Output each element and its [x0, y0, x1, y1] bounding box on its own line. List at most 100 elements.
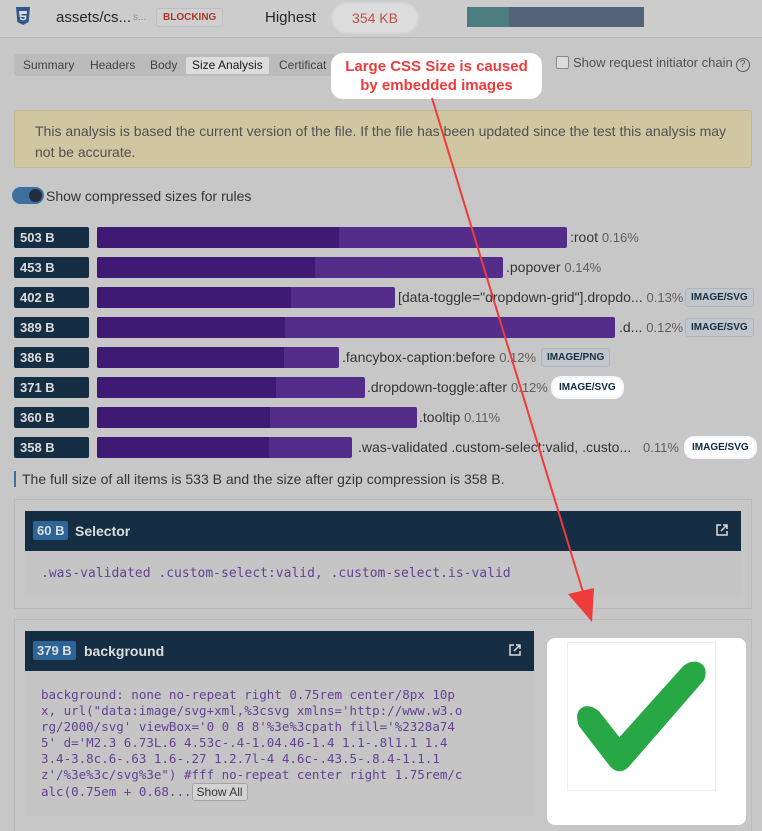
rule-label: 0.11% — [643, 439, 679, 455]
rule-label: .was-validated .custom-select:valid, .cu… — [358, 439, 631, 455]
rule-label: .dropdown-toggle:after 0.12% — [367, 379, 548, 395]
rule-size-badge: 371 B — [14, 377, 89, 398]
rule-compressed-bar — [97, 257, 315, 278]
rule-selector: .popover — [506, 259, 561, 275]
code-line: 3.4-3.8c.6-.63 1.6-.27 1.2.7l-4 4.6c-.43… — [41, 751, 440, 766]
priority-label: Highest — [265, 9, 316, 26]
tab-body[interactable]: Body — [150, 57, 177, 74]
rule-percent: 0.14% — [564, 260, 602, 275]
rule-compressed-bar — [97, 227, 339, 248]
rule-row[interactable]: 402 B [data-toggle="dropdown-grid"].drop… — [14, 287, 762, 308]
rule-compressed-bar — [97, 287, 291, 308]
tab-certificate[interactable]: Certificat — [279, 57, 326, 74]
rule-compressed-bar — [97, 317, 285, 338]
mime-tag: IMAGE/SVG — [686, 438, 755, 457]
selector-code: .was-validated .custom-select:valid, .cu… — [25, 551, 741, 597]
code-line: z'/%3e%3c/svg%3e") #fff no-repeat center… — [41, 767, 463, 782]
rule-size-badge: 389 B — [14, 317, 89, 338]
compressed-sizes-label: Show compressed sizes for rules — [46, 188, 252, 204]
rule-size-badge: 386 B — [14, 347, 89, 368]
rule-percent: 0.11% — [464, 410, 501, 425]
background-size-badge: 379 B — [33, 641, 76, 660]
compressed-sizes-toggle[interactable]: Show compressed sizes for rules — [12, 187, 251, 204]
checkmark-icon — [577, 661, 706, 772]
rule-size-badge: 402 B — [14, 287, 89, 308]
external-link-icon[interactable] — [508, 643, 522, 657]
annotation-callout: Large CSS Size is caused by embedded ima… — [331, 53, 542, 99]
rule-row[interactable]: 453 B .popover 0.14% — [14, 257, 762, 278]
rule-compressed-bar — [97, 347, 284, 368]
tab-size-analysis[interactable]: Size Analysis — [186, 57, 269, 74]
embedded-image-preview — [547, 638, 746, 825]
waterfall-bar-segment — [467, 7, 509, 27]
background-code: background: none no-repeat right 0.75rem… — [25, 671, 534, 816]
selector-card-title: Selector — [75, 523, 131, 539]
rule-row[interactable]: 371 B .dropdown-toggle:after 0.12% IMAGE… — [14, 377, 762, 398]
size-summary: The full size of all items is 533 B and … — [14, 471, 504, 487]
file-name[interactable]: assets/cs... — [56, 9, 131, 26]
rule-size-badge: 360 B — [14, 407, 89, 428]
rule-compressed-bar — [97, 437, 269, 458]
rule-label: [data-toggle="dropdown-grid"].dropdo... … — [398, 289, 683, 305]
tab-headers[interactable]: Headers — [90, 57, 135, 74]
mime-tag: IMAGE/SVG — [685, 288, 754, 307]
image-frame — [567, 642, 716, 791]
rule-label: .d... 0.12% — [619, 319, 683, 335]
rule-row[interactable]: 386 B .fancybox-caption:before 0.12% IMA… — [14, 347, 762, 368]
rule-size-badge: 453 B — [14, 257, 89, 278]
initiator-chain-toggle[interactable]: Show request initiator chain? — [556, 55, 750, 72]
rule-label: .popover 0.14% — [506, 259, 601, 275]
rule-row[interactable]: 389 B .d... 0.12% IMAGE/SVG — [14, 317, 762, 338]
code-line: 5' d='M2.3 6.73L.6 4.53c-.4-1.04.46-1.4 … — [41, 735, 448, 750]
blocking-badge: BLOCKING — [156, 8, 224, 27]
rule-compressed-bar — [97, 377, 276, 398]
initiator-chain-label: Show request initiator chain — [573, 55, 733, 70]
selector-card-header: 60 B Selector — [25, 511, 741, 551]
code-line: rg/2000/svg' viewBox='0 0 8 8'%3e%3cpath… — [41, 719, 455, 734]
code-line-last: alc(0.75em + 0.68... Show All — [41, 783, 518, 801]
request-row[interactable]: assets/cs... s... BLOCKING Highest 354 K… — [0, 0, 762, 38]
rule-size-badge: 358 B — [14, 437, 89, 458]
rule-selector: .was-validated .custom-select:valid, .cu… — [358, 439, 632, 455]
rule-percent: 0.12% — [510, 380, 548, 395]
background-card-header: 379 B background — [25, 631, 534, 671]
waterfall-bar-segment — [509, 7, 644, 27]
rule-selector: .dropdown-toggle:after — [367, 379, 508, 395]
rule-selector: .fancybox-caption:before — [342, 349, 496, 365]
analysis-warning: This analysis is based the current versi… — [14, 110, 752, 168]
css-file-icon — [16, 7, 30, 25]
request-size: 354 KB — [333, 4, 417, 32]
file-name-suffix: s... — [133, 12, 147, 23]
rule-row[interactable]: 360 B .tooltip 0.11% — [14, 407, 762, 428]
rule-selector: .tooltip — [419, 409, 461, 425]
rule-percent: 0.13% — [646, 290, 684, 305]
rule-percent: 0.12% — [499, 350, 537, 365]
rule-compressed-bar — [97, 407, 270, 428]
selector-panel: 60 B Selector .was-validated .custom-sel… — [14, 499, 752, 609]
rule-selector: :root — [570, 229, 599, 245]
rule-row[interactable]: 358 B .was-validated .custom-select:vali… — [14, 437, 762, 458]
toggle-switch[interactable] — [12, 187, 44, 204]
initiator-chain-checkbox[interactable] — [556, 56, 569, 69]
mime-tag: IMAGE/PNG — [541, 348, 611, 367]
rule-label: .fancybox-caption:before 0.12% — [342, 349, 536, 365]
background-card-title: background — [84, 643, 165, 659]
rule-size-badge: 503 B — [14, 227, 89, 248]
rule-selector: .d... — [619, 319, 643, 335]
help-icon[interactable]: ? — [735, 58, 750, 72]
callout-line-1: Large CSS Size is caused — [345, 58, 528, 75]
rule-percent: 0.16% — [601, 230, 639, 245]
rule-selector: [data-toggle="dropdown-grid"].dropdo... — [398, 289, 643, 305]
rule-percent: 0.12% — [646, 320, 684, 335]
rule-row[interactable]: 503 B :root 0.16% — [14, 227, 762, 248]
external-link-icon[interactable] — [715, 523, 729, 537]
code-line: background: none no-repeat right 0.75rem… — [41, 687, 455, 702]
rule-label: .tooltip 0.11% — [419, 409, 500, 425]
rule-percent: 0.11% — [643, 440, 679, 455]
show-all-button[interactable]: Show All — [191, 783, 248, 801]
callout-line-2: by embedded images — [360, 77, 513, 94]
rule-label: :root 0.16% — [570, 229, 639, 245]
mime-tag: IMAGE/SVG — [685, 318, 754, 337]
selector-size-badge: 60 B — [33, 521, 69, 540]
tab-summary[interactable]: Summary — [23, 57, 74, 74]
